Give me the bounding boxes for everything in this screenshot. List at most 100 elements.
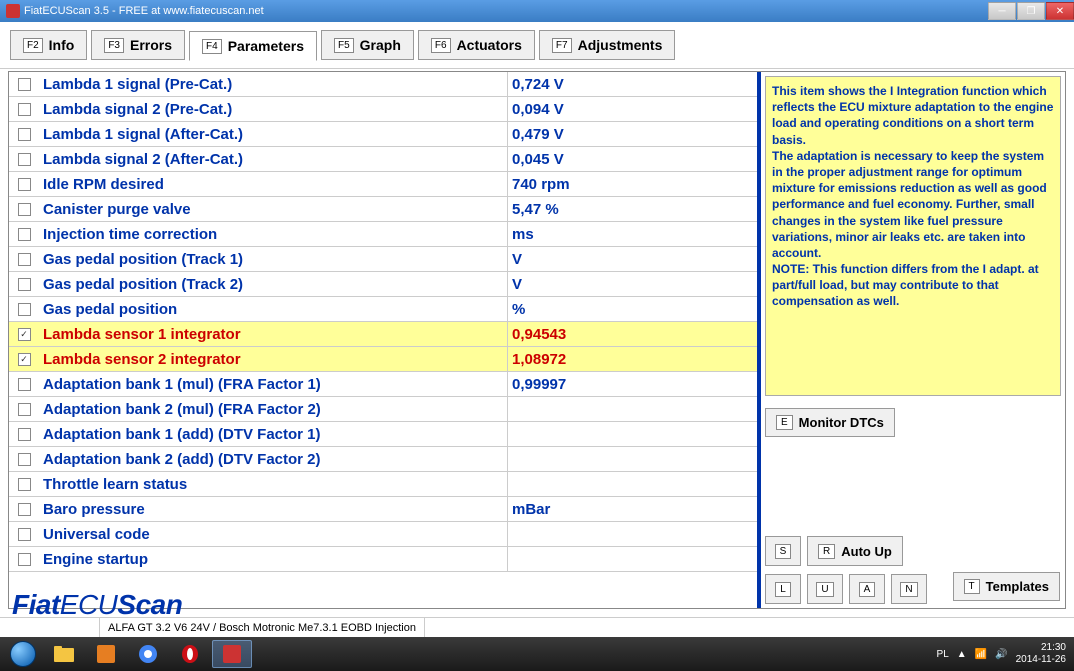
param-row[interactable]: ✓ Lambda sensor 1 integrator0,94543	[9, 322, 757, 347]
param-name: Gas pedal position	[39, 301, 507, 318]
param-row[interactable]: Adaptation bank 1 (add) (DTV Factor 1)	[9, 422, 757, 447]
minimize-button[interactable]: ─	[988, 2, 1016, 20]
n-button[interactable]: N	[891, 574, 927, 604]
titlebar: FiatECUScan 3.5 - FREE at www.fiatecusca…	[0, 0, 1074, 22]
param-checkbox[interactable]	[18, 303, 31, 316]
param-value: 5,47 %	[507, 197, 757, 221]
taskbar-explorer-icon[interactable]	[44, 640, 84, 668]
close-button[interactable]: ✕	[1046, 2, 1074, 20]
tray-network-icon[interactable]: 📶	[975, 649, 987, 660]
tab-adjustments[interactable]: F7Adjustments	[539, 30, 675, 60]
param-value: %	[507, 297, 757, 321]
taskbar-app-icon[interactable]	[86, 640, 126, 668]
param-name: Lambda signal 2 (After-Cat.)	[39, 151, 507, 168]
tray-clock[interactable]: 21:30 2014-11-26	[1016, 642, 1066, 666]
auto-up-button[interactable]: R Auto Up	[807, 536, 903, 566]
param-checkbox[interactable]: ✓	[18, 353, 31, 366]
param-row[interactable]: Injection time correction ms	[9, 222, 757, 247]
param-checkbox[interactable]	[18, 228, 31, 241]
param-row[interactable]: Engine startup	[9, 547, 757, 572]
tab-graph[interactable]: F5Graph	[321, 30, 414, 60]
param-row[interactable]: Universal code	[9, 522, 757, 547]
param-checkbox[interactable]	[18, 178, 31, 191]
monitor-dtcs-button[interactable]: E Monitor DTCs	[765, 408, 895, 437]
param-value	[507, 472, 757, 496]
u-button[interactable]: U	[807, 574, 843, 604]
tab-errors[interactable]: F3Errors	[91, 30, 185, 60]
param-name: Adaptation bank 2 (add) (DTV Factor 2)	[39, 451, 507, 468]
parameters-list[interactable]: Lambda 1 signal (Pre-Cat.)0,724 VLambda …	[9, 72, 761, 608]
taskbar-opera-icon[interactable]	[170, 640, 210, 668]
param-name: Lambda 1 signal (After-Cat.)	[39, 126, 507, 143]
s-button[interactable]: S	[765, 536, 801, 566]
param-checkbox[interactable]	[18, 403, 31, 416]
param-value: V	[507, 272, 757, 296]
param-row[interactable]: Gas pedal position %	[9, 297, 757, 322]
param-row[interactable]: Adaptation bank 2 (mul) (FRA Factor 2)	[9, 397, 757, 422]
param-name: Idle RPM desired	[39, 176, 507, 193]
tray-lang[interactable]: PL	[937, 649, 949, 660]
param-row[interactable]: Lambda signal 2 (After-Cat.)0,045 V	[9, 147, 757, 172]
param-value: 740 rpm	[507, 172, 757, 196]
param-row[interactable]: ✓Lambda sensor 2 integrator1,08972	[9, 347, 757, 372]
maximize-button[interactable]: ❐	[1017, 2, 1045, 20]
param-checkbox[interactable]	[18, 203, 31, 216]
windows-orb-icon	[10, 641, 36, 667]
param-checkbox[interactable]	[18, 378, 31, 391]
param-name: Lambda sensor 1 integrator	[39, 326, 507, 343]
param-checkbox[interactable]	[18, 528, 31, 541]
param-value	[507, 447, 757, 471]
param-checkbox[interactable]	[18, 478, 31, 491]
param-name: Engine startup	[39, 551, 507, 568]
param-value: ms	[507, 222, 757, 246]
param-value	[507, 422, 757, 446]
param-checkbox[interactable]	[18, 553, 31, 566]
param-checkbox[interactable]	[18, 153, 31, 166]
param-row[interactable]: Lambda signal 2 (Pre-Cat.)0,094 V	[9, 97, 757, 122]
taskbar-fiatecuscan-icon[interactable]	[212, 640, 252, 668]
param-checkbox[interactable]	[18, 503, 31, 516]
param-row[interactable]: Lambda 1 signal (Pre-Cat.)0,724 V	[9, 72, 757, 97]
param-checkbox[interactable]: ✓	[18, 328, 31, 341]
param-name: Lambda sensor 2 integrator	[39, 351, 507, 368]
a-button[interactable]: A	[849, 574, 885, 604]
param-checkbox[interactable]	[18, 453, 31, 466]
param-checkbox[interactable]	[18, 428, 31, 441]
param-checkbox[interactable]	[18, 103, 31, 116]
param-row[interactable]: Gas pedal position (Track 2) V	[9, 272, 757, 297]
start-button[interactable]	[4, 639, 42, 669]
tab-actuators[interactable]: F6Actuators	[418, 30, 535, 60]
param-row[interactable]: Gas pedal position (Track 1) V	[9, 247, 757, 272]
param-value	[507, 547, 757, 571]
param-value: 0,045 V	[507, 147, 757, 171]
status-bar: ALFA GT 3.2 V6 24V / Bosch Motronic Me7.…	[0, 617, 1074, 637]
param-checkbox[interactable]	[18, 253, 31, 266]
param-value	[507, 522, 757, 546]
param-row[interactable]: Throttle learn status	[9, 472, 757, 497]
l-button[interactable]: L	[765, 574, 801, 604]
param-row[interactable]: Lambda 1 signal (After-Cat.)0,479 V	[9, 122, 757, 147]
param-value: 0,99997	[507, 372, 757, 396]
tray-flag-icon[interactable]: ▲	[957, 649, 967, 660]
param-checkbox[interactable]	[18, 128, 31, 141]
window-title: FiatECUScan 3.5 - FREE at www.fiatecusca…	[24, 5, 264, 17]
templates-button[interactable]: T Templates	[953, 572, 1060, 601]
param-row[interactable]: Idle RPM desired740 rpm	[9, 172, 757, 197]
param-value: 0,724 V	[507, 72, 757, 96]
param-checkbox[interactable]	[18, 278, 31, 291]
param-row[interactable]: Adaptation bank 2 (add) (DTV Factor 2)	[9, 447, 757, 472]
param-value: 0,094 V	[507, 97, 757, 121]
tray-volume-icon[interactable]: 🔊	[995, 649, 1007, 660]
param-row[interactable]: Adaptation bank 1 (mul) (FRA Factor 1)0,…	[9, 372, 757, 397]
param-value: 0,479 V	[507, 122, 757, 146]
tab-info[interactable]: F2Info	[10, 30, 87, 60]
param-value: 0,94543	[507, 322, 757, 346]
taskbar-chrome-icon[interactable]	[128, 640, 168, 668]
tab-parameters[interactable]: F4Parameters	[189, 31, 317, 61]
param-name: Canister purge valve	[39, 201, 507, 218]
param-row[interactable]: Canister purge valve5,47 %	[9, 197, 757, 222]
param-name: Adaptation bank 1 (add) (DTV Factor 1)	[39, 426, 507, 443]
param-name: Gas pedal position (Track 1)	[39, 251, 507, 268]
param-checkbox[interactable]	[18, 78, 31, 91]
param-row[interactable]: Baro pressure mBar	[9, 497, 757, 522]
